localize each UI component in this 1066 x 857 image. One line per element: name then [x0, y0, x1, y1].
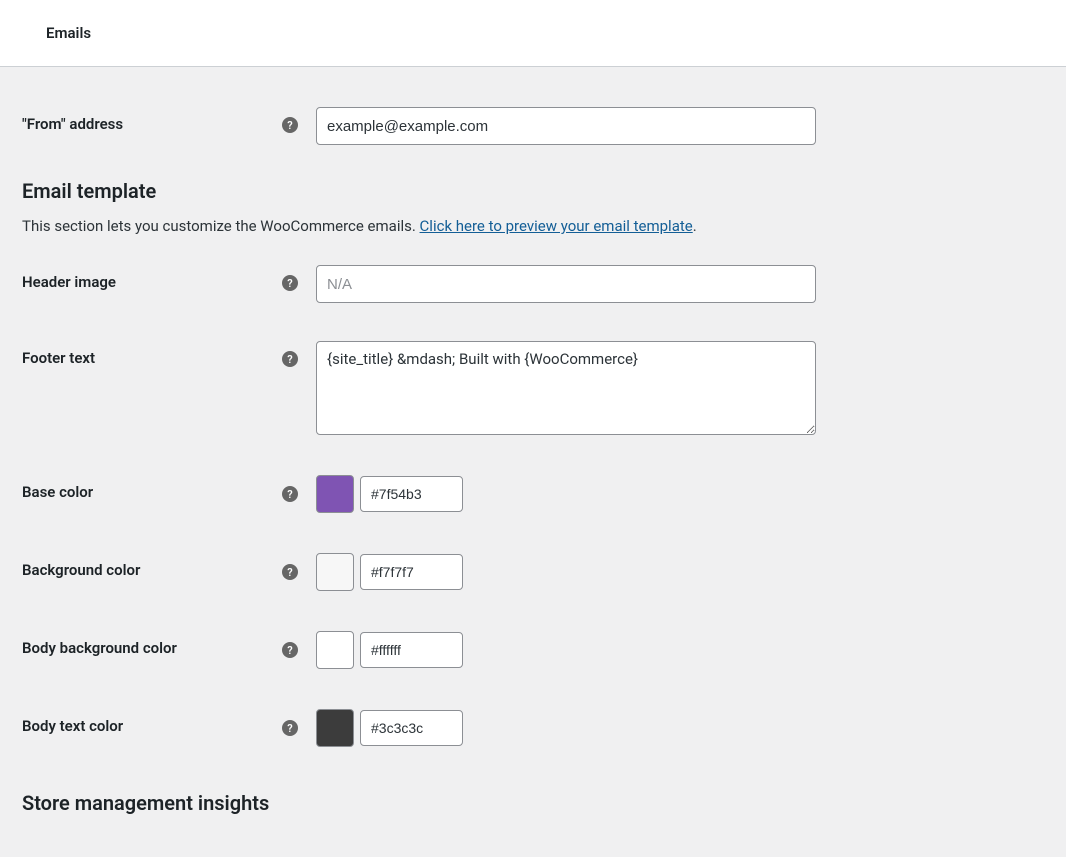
email-template-description: This section lets you customize the WooC…	[22, 217, 1044, 235]
body-text-color-input[interactable]	[360, 710, 463, 746]
body-background-color-label: Body background color	[22, 631, 282, 657]
help-icon[interactable]: ?	[282, 642, 298, 658]
base-color-label: Base color	[22, 475, 282, 501]
help-icon-wrap: ?	[282, 709, 316, 736]
body-text-color-label: Body text color	[22, 709, 282, 735]
help-icon-wrap: ?	[282, 265, 316, 291]
help-icon[interactable]: ?	[282, 564, 298, 580]
help-icon-wrap: ?	[282, 107, 316, 133]
from-address-input[interactable]	[316, 107, 816, 145]
background-color-swatch[interactable]	[316, 553, 354, 591]
from-address-label: "From" address	[22, 107, 282, 133]
base-color-picker	[316, 475, 463, 513]
tab-emails-label: Emails	[46, 24, 91, 42]
help-icon[interactable]: ?	[282, 351, 298, 367]
help-icon[interactable]: ?	[282, 720, 298, 736]
body-background-color-picker	[316, 631, 463, 669]
help-icon[interactable]: ?	[282, 117, 298, 133]
help-icon[interactable]: ?	[282, 275, 298, 291]
help-icon-wrap: ?	[282, 631, 316, 658]
base-color-input[interactable]	[360, 476, 463, 512]
body-background-color-input[interactable]	[360, 632, 463, 668]
help-icon-wrap: ?	[282, 475, 316, 502]
body-background-color-row: Body background color ?	[22, 631, 1044, 669]
body-text-color-swatch[interactable]	[316, 709, 354, 747]
background-color-row: Background color ?	[22, 553, 1044, 591]
settings-content: "From" address ? Email template This sec…	[0, 67, 1066, 857]
header-image-input[interactable]	[316, 265, 816, 303]
background-color-label: Background color	[22, 553, 282, 579]
body-text-color-row: Body text color ?	[22, 709, 1044, 747]
footer-text-row: Footer text ? {site_title} &mdash; Built…	[22, 341, 1044, 435]
tab-emails[interactable]: Emails	[0, 0, 1066, 67]
help-icon-wrap: ?	[282, 553, 316, 580]
background-color-input[interactable]	[360, 554, 463, 590]
email-template-desc-suffix: .	[693, 217, 697, 235]
base-color-row: Base color ?	[22, 475, 1044, 513]
store-insights-heading: Store management insights	[22, 791, 1044, 815]
background-color-picker	[316, 553, 463, 591]
email-template-heading: Email template	[22, 179, 1044, 203]
help-icon[interactable]: ?	[282, 486, 298, 502]
from-address-row: "From" address ?	[22, 107, 1044, 145]
body-text-color-picker	[316, 709, 463, 747]
preview-template-link[interactable]: Click here to preview your email templat…	[420, 217, 693, 235]
header-image-label: Header image	[22, 265, 282, 291]
header-image-row: Header image ?	[22, 265, 1044, 303]
footer-text-input[interactable]: {site_title} &mdash; Built with {WooComm…	[316, 341, 816, 435]
help-icon-wrap: ?	[282, 341, 316, 367]
footer-text-label: Footer text	[22, 341, 282, 367]
body-background-color-swatch[interactable]	[316, 631, 354, 669]
email-template-desc-prefix: This section lets you customize the WooC…	[22, 217, 420, 235]
base-color-swatch[interactable]	[316, 475, 354, 513]
